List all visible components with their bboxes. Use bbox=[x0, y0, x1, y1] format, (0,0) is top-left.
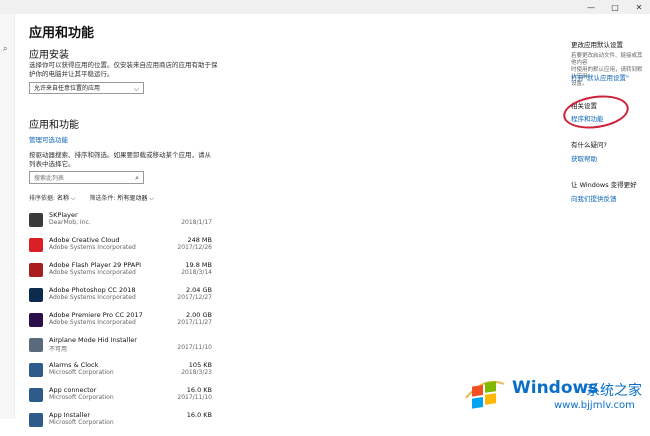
app-install-date: 2018/3/23 bbox=[181, 369, 212, 376]
search-icon: ⌕ bbox=[135, 174, 139, 182]
app-list: 5KPlayer DearMob, Inc. 2018/1/17 Adobe Crea… bbox=[29, 211, 212, 436]
questions-heading: 有什么疑问? bbox=[571, 141, 607, 149]
app-install-date: 2017/12/27 bbox=[177, 294, 212, 301]
app-name: App Installer bbox=[49, 411, 91, 419]
app-size: 16.0 KB bbox=[186, 386, 212, 394]
page-title: 应用和功能 bbox=[29, 26, 95, 41]
app-list-item[interactable]: 5KPlayer DearMob, Inc. 2018/1/17 bbox=[29, 211, 212, 236]
search-icon[interactable]: ⌕ bbox=[3, 44, 7, 54]
sort-dropdown[interactable]: 排序依据: 名称 ⌵ bbox=[29, 193, 75, 203]
apps-desc-line: 列表中选择它。 bbox=[29, 160, 75, 168]
improve-windows-heading: 让 Windows 变得更好 bbox=[571, 181, 637, 189]
app-publisher: Microsoft Corporation bbox=[49, 419, 114, 426]
app-size: 2.00 GB bbox=[185, 311, 212, 319]
app-name: Adobe Creative Cloud bbox=[49, 236, 120, 244]
install-description: 选择你可以获得应用的位置。仅安装来自应用商店的应用有助于保 护你的电脑并让其平稳… bbox=[29, 61, 219, 79]
filter-dropdown[interactable]: 筛选条件: 所有驱动器 ⌵ bbox=[89, 193, 153, 203]
app-icon bbox=[29, 413, 43, 427]
minimize-button[interactable]: — bbox=[584, 3, 598, 12]
app-list-item[interactable]: App connector Microsoft Corporation 16.0 K… bbox=[29, 386, 212, 411]
apps-heading: 应用和功能 bbox=[29, 120, 79, 131]
apps-description: 按驱动器搜索、排序和筛选。如果要卸载或移动某个应用，请从 列表中选择它。 bbox=[29, 151, 219, 169]
dropdown-value: 允许来自任意位置的应用 bbox=[34, 85, 101, 92]
app-name: Airplane Mode Hid Installer bbox=[49, 336, 137, 344]
app-icon bbox=[29, 263, 43, 277]
sort-filter-row: 排序依据: 名称 ⌵ 筛选条件: 所有驱动器 ⌵ bbox=[29, 193, 154, 203]
manage-optional-features-link[interactable]: 管理可选功能 bbox=[29, 134, 68, 144]
title-bar: — □ ✕ bbox=[0, 0, 650, 14]
watermark: Windows 系统之家 www.bjjmlv.com bbox=[462, 370, 650, 419]
watermark-site-name: 系统之家 bbox=[586, 383, 642, 399]
install-source-dropdown[interactable]: 允许来自任意位置的应用 ⌵ bbox=[29, 82, 144, 94]
app-publisher: Adobe Systems Incorporated bbox=[49, 294, 136, 301]
close-button[interactable]: ✕ bbox=[632, 3, 646, 12]
app-size: 248 MB bbox=[187, 236, 212, 244]
app-list-item[interactable]: Alarms & Clock Microsoft Corporation 105 K… bbox=[29, 361, 212, 386]
app-install-date: 2017/11/10 bbox=[177, 394, 212, 401]
app-size: 19.8 MB bbox=[185, 261, 212, 269]
maximize-button[interactable]: □ bbox=[608, 3, 622, 12]
app-name: App connector bbox=[49, 386, 97, 394]
app-size: 105 KB bbox=[188, 361, 212, 369]
app-install-date: 2018/1/17 bbox=[181, 219, 212, 226]
search-placeholder: 搜索此列表 bbox=[34, 175, 65, 182]
give-feedback-link[interactable]: 向我们提供反馈 bbox=[571, 193, 617, 203]
install-heading: 应用安装 bbox=[29, 50, 69, 61]
app-publisher: Microsoft Corporation bbox=[49, 369, 114, 376]
default-apps-heading: 更改应用默认设置 bbox=[571, 41, 623, 49]
chevron-down-icon: ⌵ bbox=[70, 195, 76, 202]
red-highlight-annotation bbox=[561, 91, 631, 133]
get-help-link[interactable]: 获取帮助 bbox=[571, 153, 597, 163]
app-icon bbox=[29, 313, 43, 327]
app-icon bbox=[29, 338, 43, 352]
window-controls: — □ ✕ bbox=[584, 0, 646, 14]
windows-logo-icon bbox=[465, 380, 505, 409]
app-publisher: Adobe Systems Incorporated bbox=[49, 319, 136, 326]
watermark-url: www.bjjmlv.com bbox=[554, 400, 635, 411]
settings-sidebar bbox=[0, 14, 15, 419]
app-install-date: 2018/3/14 bbox=[181, 269, 212, 276]
app-icon bbox=[29, 363, 43, 377]
chevron-down-icon: ⌵ bbox=[149, 195, 154, 202]
app-install-date: 2017/11/10 bbox=[177, 344, 212, 351]
app-name: Adobe Premiere Pro CC 2017 bbox=[49, 311, 143, 319]
search-list-input[interactable]: 搜索此列表 ⌕ bbox=[29, 171, 144, 184]
install-desc-line: 选择你可以获得应用的位置。仅安装来自应用商店的应用有助于保 bbox=[29, 61, 218, 69]
app-icon bbox=[29, 238, 43, 252]
app-publisher: DearMob, Inc. bbox=[49, 219, 91, 226]
default-apps-description: 若要更改启动文件、链接或其他内容 时使用的默认应用，请转到默认应用 设置。 bbox=[571, 53, 643, 87]
app-icon bbox=[29, 388, 43, 402]
app-publisher: Adobe Systems Incorporated bbox=[49, 244, 136, 251]
open-default-apps-link[interactable]: 打开"默认应用设置" bbox=[571, 72, 629, 82]
app-size: 16.0 KB bbox=[186, 411, 212, 419]
app-icon bbox=[29, 288, 43, 302]
app-install-date: 2017/12/26 bbox=[177, 244, 212, 251]
app-publisher: Adobe Systems Incorporated bbox=[49, 269, 136, 276]
app-name: Adobe Photoshop CC 2018 bbox=[49, 286, 136, 294]
app-list-item[interactable]: Adobe Flash Player 29 PPAPI Adobe Systems… bbox=[29, 261, 212, 286]
app-publisher: 不可用 bbox=[49, 346, 68, 353]
app-list-item[interactable]: App Installer Microsoft Corporation 16.0 K… bbox=[29, 411, 212, 436]
app-name: Alarms & Clock bbox=[49, 361, 99, 369]
app-list-item[interactable]: Adobe Premiere Pro CC 2017 Adobe Systems … bbox=[29, 311, 212, 336]
app-install-date: 2017/11/27 bbox=[177, 319, 212, 326]
app-size: 2.04 GB bbox=[185, 286, 212, 294]
app-name: 5KPlayer bbox=[49, 211, 78, 219]
chevron-down-icon: ⌵ bbox=[133, 85, 139, 93]
app-icon bbox=[29, 213, 43, 227]
app-publisher: Microsoft Corporation bbox=[49, 394, 114, 401]
apps-desc-line: 按驱动器搜索、排序和筛选。如果要卸载或移动某个应用，请从 bbox=[29, 151, 211, 159]
app-list-item[interactable]: Adobe Creative Cloud Adobe Systems Incorp… bbox=[29, 236, 212, 261]
install-desc-line: 护你的电脑并让其平稳运行。 bbox=[29, 70, 114, 78]
app-name: Adobe Flash Player 29 PPAPI bbox=[49, 261, 142, 269]
app-list-item[interactable]: Adobe Photoshop CC 2018 Adobe Systems Inc… bbox=[29, 286, 212, 311]
app-list-item[interactable]: Airplane Mode Hid Installer 不可用 2017/11/10 bbox=[29, 336, 212, 361]
